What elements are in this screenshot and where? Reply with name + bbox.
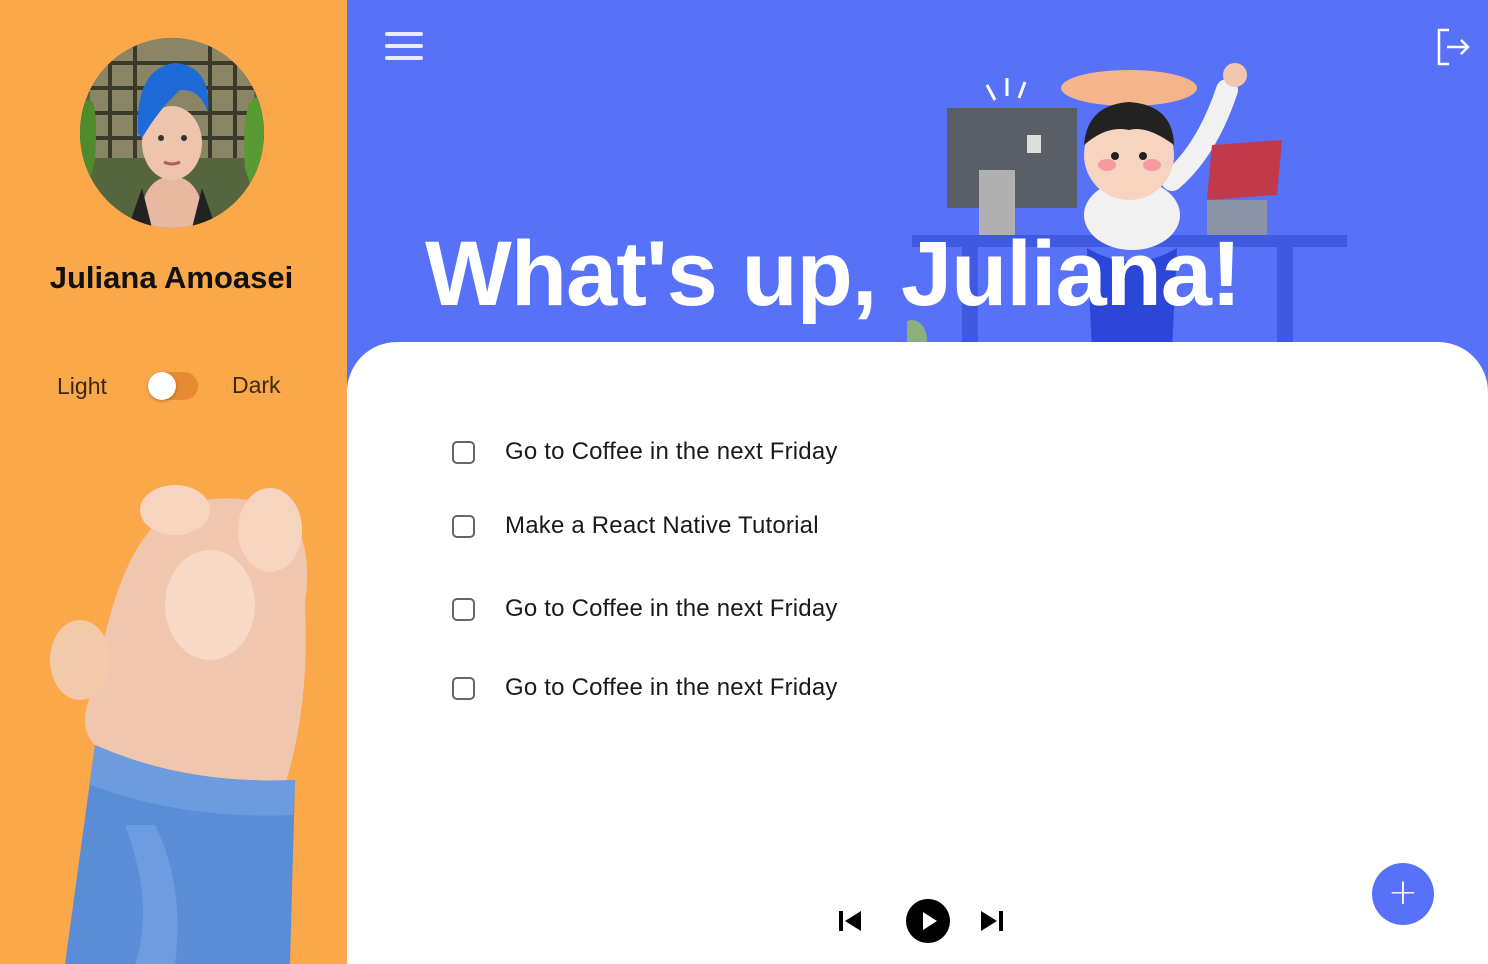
task-item[interactable]: Go to Coffee in the next Friday: [452, 594, 838, 624]
task-label: Go to Coffee in the next Friday: [505, 595, 838, 622]
task-checkbox[interactable]: [452, 440, 475, 464]
task-panel: Go to Coffee in the next Friday Make a R…: [347, 342, 1488, 964]
task-checkbox[interactable]: [452, 676, 475, 700]
task-item[interactable]: Go to Coffee in the next Friday: [452, 673, 838, 703]
theme-light-label: Light: [57, 373, 107, 399]
task-label: Make a React Native Tutorial: [505, 512, 819, 539]
theme-switch: Light Dark: [0, 366, 347, 406]
theme-dark-label: Dark: [232, 372, 281, 398]
sidebar: Juliana Amoasei Light Dark: [0, 0, 347, 964]
skip-previous-icon[interactable]: [837, 908, 863, 934]
logout-icon[interactable]: [1435, 28, 1471, 66]
hamburger-menu-icon[interactable]: [385, 30, 425, 64]
task-label: Go to Coffee in the next Friday: [505, 438, 838, 465]
page-title: What's up, Juliana!: [425, 223, 1242, 325]
toggle-knob: [148, 372, 176, 400]
hand-illustration: [35, 485, 325, 964]
avatar[interactable]: [80, 38, 264, 228]
task-checkbox[interactable]: [452, 597, 475, 621]
user-name: Juliana Amoasei: [49, 260, 294, 295]
task-label: Go to Coffee in the next Friday: [505, 674, 838, 701]
play-icon[interactable]: [906, 899, 950, 943]
task-item[interactable]: Go to Coffee in the next Friday: [452, 437, 838, 467]
theme-toggle[interactable]: [148, 372, 198, 400]
add-task-button[interactable]: +: [1372, 863, 1434, 925]
media-player: [832, 899, 1012, 943]
task-item[interactable]: Make a React Native Tutorial: [452, 511, 819, 541]
skip-next-icon[interactable]: [979, 908, 1005, 934]
task-checkbox[interactable]: [452, 514, 475, 538]
